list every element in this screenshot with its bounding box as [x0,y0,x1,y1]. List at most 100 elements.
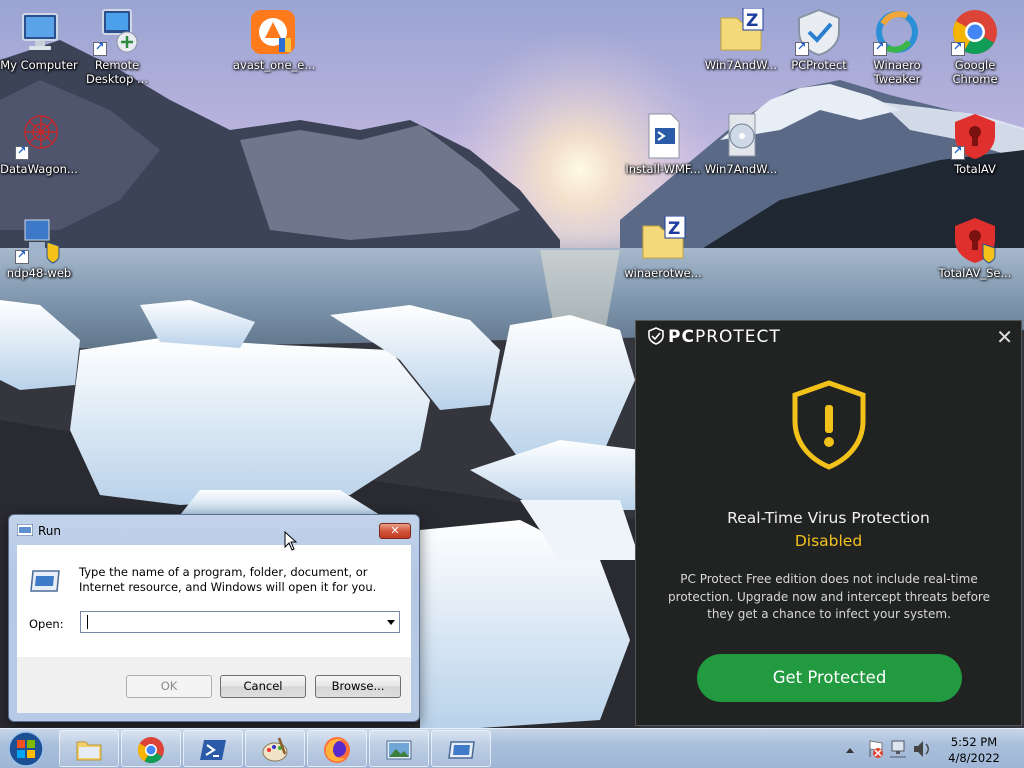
chrome-icon [137,736,165,764]
chrome-icon [951,8,999,56]
shortcut-arrow-icon [951,40,965,56]
desktop-icon-label: Remote Desktop ... [85,58,149,86]
installer-icon [15,216,63,264]
desktop-icon-label: Google Chrome [952,58,998,86]
run-dialog-title: Run [38,524,62,538]
shortcut-arrow-icon [873,40,887,56]
taskbar-firefox-button[interactable] [307,730,367,767]
winaero-tweaker-icon [873,8,921,56]
run-icon [16,523,34,537]
desktop-icon-avast[interactable]: avast_one_e... [233,8,316,72]
desktop-icon-win7andw-iso[interactable]: Win7AndW... [702,112,780,176]
open-label: Open: [29,617,64,631]
totalav-shield-icon [951,112,999,160]
dropdown-arrow-icon[interactable] [387,620,395,625]
warning-shield-icon [790,379,868,471]
desktop-icon-my-computer[interactable]: My Computer [0,8,78,72]
desktop-icon-label: TotalAV [954,162,996,176]
totalav-setup-icon [951,216,999,264]
desktop-icon-label: Winaero Tweaker [873,58,921,86]
powershell-script-icon [639,112,687,160]
close-icon[interactable]: ✕ [996,325,1013,349]
volume-icon [914,741,929,757]
run-icon [447,736,475,764]
desktop-icon-totalav[interactable]: TotalAV [936,112,1014,176]
desktop-icon-pcprotect[interactable]: PCProtect [780,8,858,72]
protection-status: Disabled [794,532,863,550]
desktop-icon-winaero-tweaker[interactable]: Winaero Tweaker [858,8,936,86]
get-protected-button[interactable]: Get Protected [697,654,962,702]
firefox-icon [323,736,351,764]
taskbar-photo-viewer-button[interactable] [369,730,429,767]
protection-heading: Real-Time Virus Protection [727,509,930,527]
desktop-icon-label: winaerotwe... [624,266,702,280]
desktop-icon-winaerotweaker-zip[interactable]: Z winaerotwe... [624,215,702,280]
mouse-cursor-icon [284,530,298,551]
powershell-icon [199,736,227,764]
taskbar-explorer-button[interactable] [59,730,119,767]
pcprotect-brand: PCPROTECT [648,327,781,349]
clock-date: 4/8/2022 [948,751,1000,765]
run-description: Type the name of a program, folder, docu… [79,565,377,594]
ok-button[interactable]: OK [126,675,212,698]
brand-pc: PC [668,327,695,347]
desktop-icon-datawagon[interactable]: DataWagon... [0,112,78,176]
shortcut-arrow-icon [951,144,965,160]
taskbar-run-button[interactable] [431,730,491,767]
shortcut-arrow-icon [15,248,29,264]
upgrade-message: PC Protect Free edition does not include… [668,572,990,621]
zip-folder-icon: Z [639,215,687,264]
run-program-icon [29,569,61,593]
brand-shield-icon [648,327,664,345]
desktop-icon-remote-desktop[interactable]: Remote Desktop ... [78,8,156,86]
avast-icon [249,8,297,56]
shortcut-arrow-icon [795,40,809,56]
cancel-button[interactable]: Cancel [220,675,306,698]
taskbar-paint-button[interactable] [245,730,305,767]
svg-text:Z: Z [746,11,758,31]
run-dialog-titlebar[interactable]: Run ✕ [9,515,419,545]
desktop-icon-label: TotalAV_Se... [938,266,1012,280]
taskbar-chrome-button[interactable] [121,730,181,767]
desktop-icon-ndp48-web[interactable]: ndp48-web [0,216,78,280]
svg-text:Z: Z [668,219,680,239]
system-clock[interactable]: 5:52 PM 4/8/2022 [934,734,1014,766]
desktop-icon-label: Win7AndW... [704,58,778,72]
paint-palette-icon [261,736,289,764]
desktop-icon-label: ndp48-web [6,266,72,280]
pcprotect-popup[interactable]: PCPROTECT ✕ Real-Time Virus Protection D… [635,320,1022,726]
shortcut-arrow-icon [93,40,107,56]
shortcut-arrow-icon [15,144,29,160]
start-button[interactable] [2,730,54,768]
folder-icon [75,736,103,764]
desktop-icon-label: My Computer [0,58,78,72]
desktop-icon-totalav-setup[interactable]: TotalAV_Se... [936,216,1014,280]
desktop-icon-label: avast_one_e... [233,58,316,72]
computer-icon [15,8,63,56]
desktop-icon-google-chrome[interactable]: Google Chrome [936,8,1014,86]
taskbar: 5:52 PM 4/8/2022 [0,728,1024,768]
clock-time: 5:52 PM [950,735,998,749]
run-dialog[interactable]: Run ✕ Type the name of a program, folder… [8,514,420,722]
network-icon [890,740,906,758]
desktop-icon-label: Win7AndW... [704,162,778,176]
desktop-icon-label: Install-WMF... [625,162,701,176]
brand-protect: PROTECT [694,327,781,347]
zip-folder-icon: Z [717,7,765,56]
run-dialog-body [17,545,411,657]
close-button[interactable]: ✕ [379,523,411,539]
show-hidden-icons-icon [846,748,854,753]
taskbar-powershell-button[interactable] [183,730,243,767]
desktop-icon-win7andw-zip[interactable]: Z Win7AndW... [702,7,780,72]
pcprotect-shield-icon [795,8,843,57]
remote-desktop-icon [93,8,141,56]
desktop-icon-label: DataWagon... [0,162,78,176]
desktop-icon-install-wmf[interactable]: Install-WMF... [624,112,702,176]
text-caret [87,615,88,629]
open-combobox[interactable] [80,611,400,633]
disc-image-icon [717,112,765,160]
browse-button[interactable]: Browse... [315,675,401,698]
action-center-flag-icon [869,740,883,758]
desktop-icon-label: PCProtect [791,58,847,72]
photo-viewer-icon [385,736,413,764]
